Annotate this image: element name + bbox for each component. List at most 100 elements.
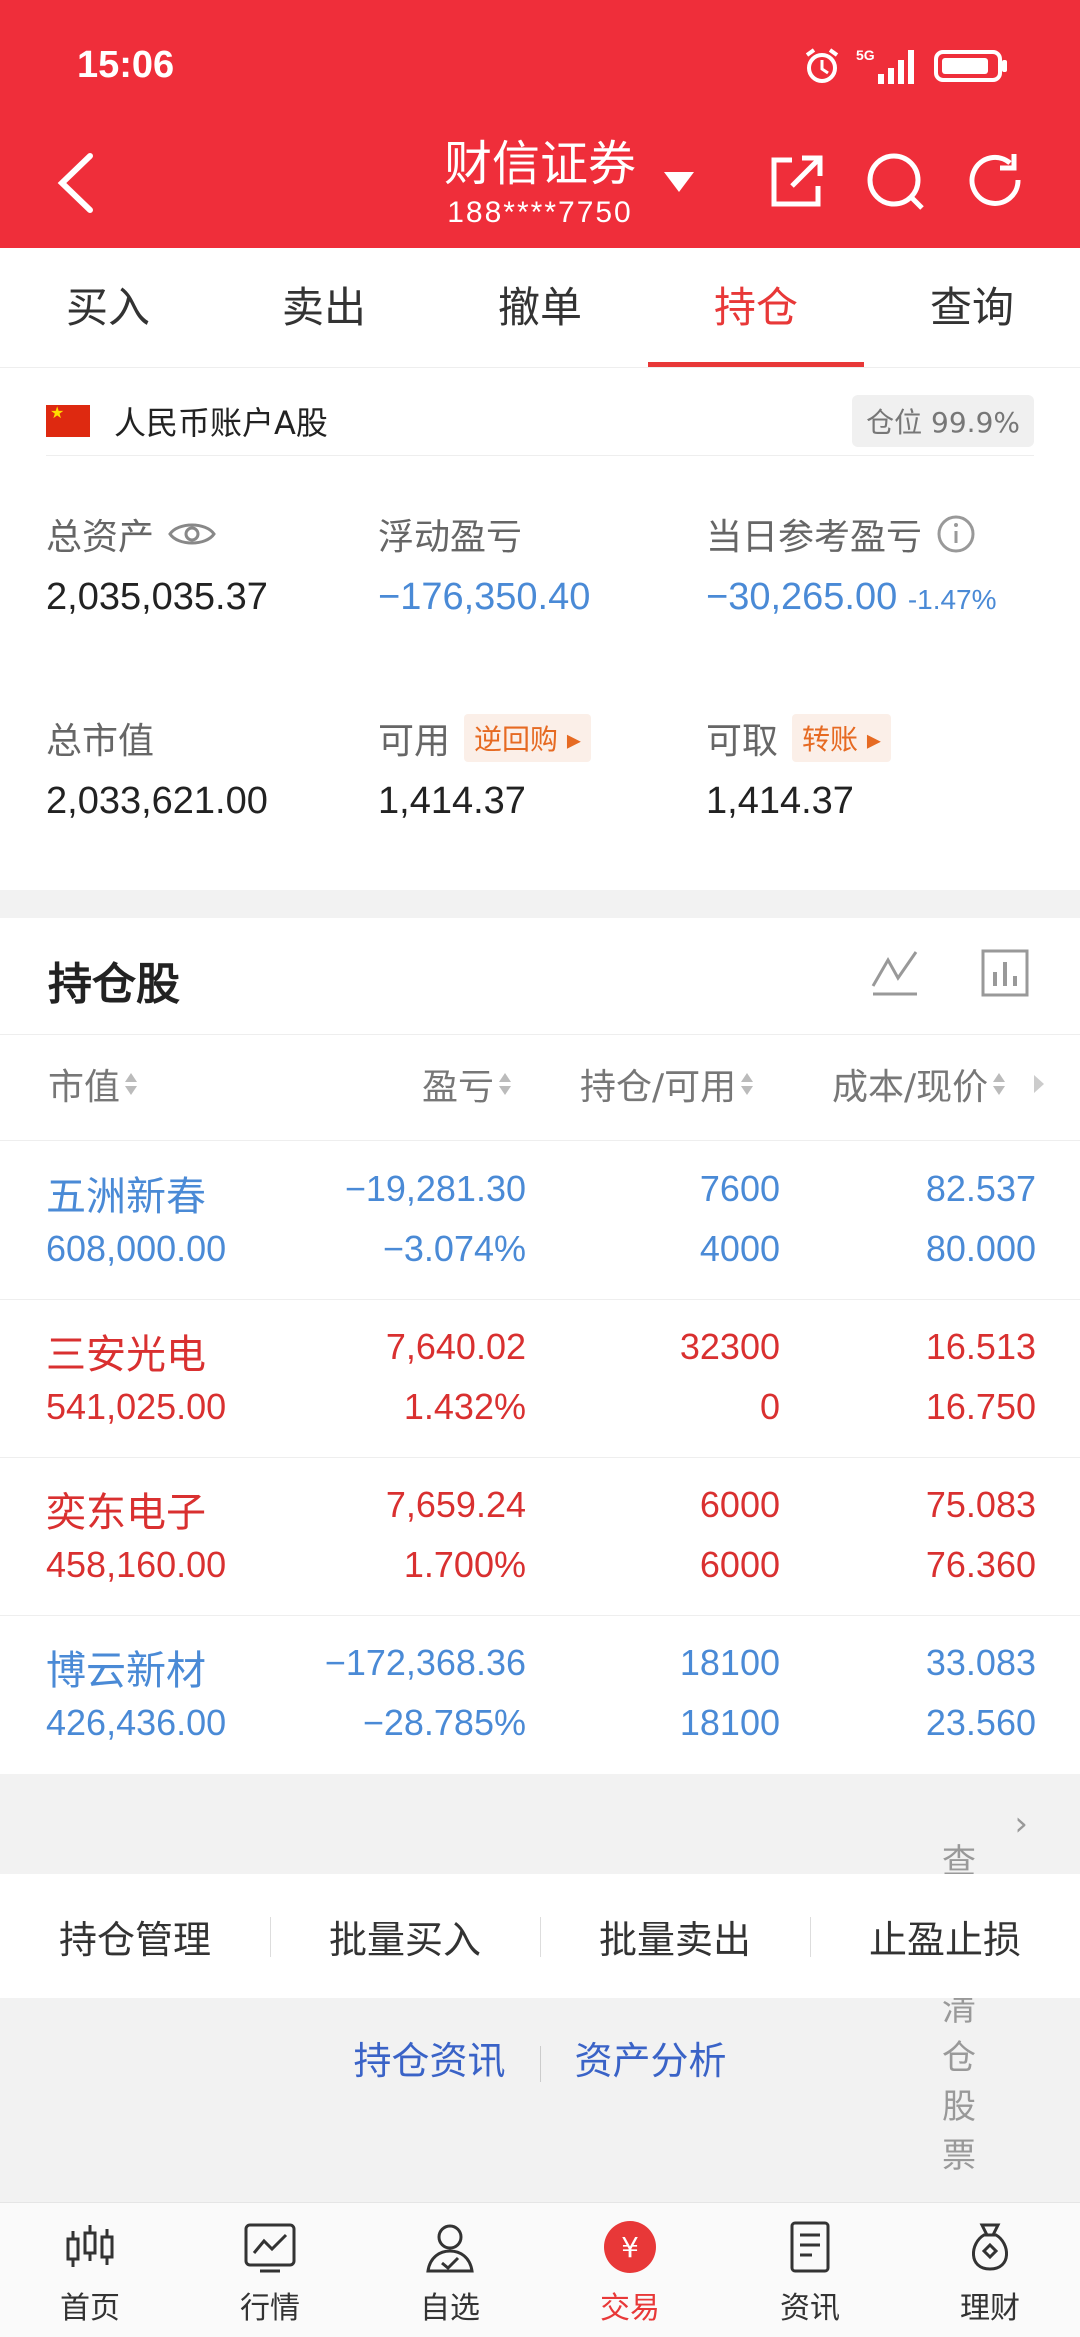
stock-price: 16.750 (925, 1386, 1036, 1427)
china-flag-icon (46, 404, 90, 437)
nav-market-label: 行情 (240, 2291, 300, 2326)
trade-tabs: 买入 卖出 撤单 持仓 查询 (0, 248, 1080, 368)
stock-available: 0 (759, 1386, 780, 1427)
holding-actions: 持仓管理 批量买入 批量卖出 止盈止损 (0, 1874, 1080, 1998)
stock-market-value: 458,160.00 (46, 1544, 227, 1585)
line-chart-icon[interactable] (870, 948, 920, 998)
bottom-nav: 首页 行情 自选 ¥ 交易 资讯 理财 (0, 2202, 1080, 2337)
available-label: 可用 (378, 721, 451, 762)
total-assets-value: 2,035,035.37 (46, 576, 268, 618)
stock-pl-pct: 1.432% (403, 1386, 526, 1427)
scroll-right-icon[interactable] (1030, 1069, 1050, 1099)
holding-news-link[interactable]: 持仓资讯 (319, 2030, 539, 2085)
stock-available: 18100 (679, 1702, 780, 1743)
stock-pl-pct: 1.700% (403, 1544, 526, 1585)
holding-row[interactable]: 奕东电子 458,160.00 7,659.24 1.700% 6000 600… (0, 1458, 1080, 1616)
dropdown-caret-icon[interactable] (662, 170, 696, 194)
stock-name: 五洲新春 (46, 1174, 206, 1220)
total-assets-label: 总资产 (46, 517, 155, 558)
share-icon[interactable] (764, 150, 828, 214)
sort-icon (993, 1073, 1006, 1095)
tab-query[interactable]: 查询 (864, 248, 1080, 367)
available-value: 1,414.37 (378, 780, 526, 822)
nav-watchlist[interactable]: 自选 (360, 2203, 540, 2337)
stock-name: 三安光电 (46, 1332, 206, 1378)
market-value-value: 2,033,621.00 (46, 780, 268, 822)
bar-chart-icon[interactable] (980, 948, 1030, 998)
holdings-title: 持仓股 (48, 959, 180, 1010)
stock-holding: 32300 (679, 1326, 780, 1367)
yen-coin-icon: ¥ (604, 2221, 656, 2273)
info-icon[interactable] (936, 514, 976, 554)
holding-management-button[interactable]: 持仓管理 (0, 1909, 270, 1964)
stock-name: 博云新材 (46, 1648, 206, 1694)
sort-icon (499, 1073, 512, 1095)
tab-holdings[interactable]: 持仓 (648, 248, 864, 367)
float-pl-label: 浮动盈亏 (378, 517, 523, 558)
column-cost-price[interactable]: 成本/现价 (832, 1058, 1050, 1110)
reverse-repo-link[interactable]: 逆回购 ▸ (464, 714, 591, 762)
alarm-icon (805, 48, 839, 83)
stock-pl: −172,368.36 (324, 1642, 526, 1683)
sort-icon (741, 1073, 754, 1095)
market-value-label: 总市值 (46, 721, 155, 762)
float-pl-value: −176,350.40 (378, 576, 591, 618)
stock-cost: 82.537 (925, 1168, 1036, 1209)
transfer-link[interactable]: 转账 ▸ (792, 714, 891, 762)
stock-cost: 33.083 (925, 1642, 1036, 1683)
status-time: 15:06 (77, 44, 175, 86)
stock-pl-pct: −3.074% (382, 1228, 526, 1269)
stock-market-value: 426,436.00 (46, 1702, 227, 1743)
stock-holding: 7600 (699, 1168, 780, 1209)
withdrawable-label: 可取 (706, 721, 779, 762)
stock-cost: 16.513 (925, 1326, 1036, 1367)
refresh-icon[interactable] (964, 150, 1028, 214)
withdrawable-value: 1,414.37 (706, 780, 854, 822)
stock-name: 奕东电子 (46, 1490, 206, 1536)
stock-price: 80.000 (925, 1228, 1036, 1269)
stock-pl-pct: −28.785% (362, 1702, 526, 1743)
position-badge: 仓位 99.9% (852, 394, 1034, 447)
column-holding-available[interactable]: 持仓/可用 (580, 1058, 754, 1110)
market-chart-icon (244, 2223, 296, 2273)
tab-buy[interactable]: 买入 (0, 248, 216, 367)
column-profit-loss[interactable]: 盈亏 (422, 1058, 512, 1110)
batch-sell-button[interactable]: 批量卖出 (540, 1909, 810, 1964)
holding-row[interactable]: 三安光电 541,025.00 7,640.02 1.432% 32300 0 … (0, 1300, 1080, 1458)
holding-row[interactable]: 博云新材 426,436.00 −172,368.36 −28.785% 181… (0, 1616, 1080, 1774)
tab-sell[interactable]: 卖出 (216, 248, 432, 367)
batch-buy-button[interactable]: 批量买入 (270, 1909, 540, 1964)
asset-analysis-link[interactable]: 资产分析 (541, 2030, 761, 2085)
stock-price: 76.360 (925, 1544, 1036, 1585)
tab-cancel[interactable]: 撤单 (432, 248, 648, 367)
svg-text:¥: ¥ (621, 2231, 639, 2264)
stock-available: 4000 (699, 1228, 780, 1269)
nav-market[interactable]: 行情 (180, 2203, 360, 2337)
nav-home-label: 首页 (60, 2291, 120, 2326)
nav-watchlist-label: 自选 (420, 2291, 480, 2326)
cleared-stocks-link[interactable]: 查看已清仓股票 › (942, 1804, 1028, 2176)
stock-market-value: 608,000.00 (46, 1228, 227, 1269)
nav-home[interactable]: 首页 (0, 2203, 180, 2337)
daily-pl-label: 当日参考盈亏 (706, 517, 923, 558)
stop-profit-loss-button[interactable]: 止盈止损 (810, 1909, 1080, 1964)
column-market-value[interactable]: 市值 (48, 1058, 138, 1110)
sort-icon (125, 1073, 138, 1095)
signal-5g-icon: 5G (856, 47, 914, 84)
eye-icon[interactable] (168, 518, 216, 550)
search-icon[interactable] (864, 150, 928, 214)
nav-wealth[interactable]: 理财 (900, 2203, 1080, 2337)
nav-trade[interactable]: ¥ 交易 (540, 2203, 720, 2337)
cleared-stocks-bar: 查看已清仓股票 › (0, 1774, 1080, 2176)
account-row[interactable]: 人民币账户A股 仓位 99.9% (46, 386, 1034, 456)
account-panel: 人民币账户A股 仓位 99.9% 总资产 2,035,035.37 浮动盈亏 −… (0, 368, 1080, 890)
stock-holding: 6000 (699, 1484, 780, 1525)
stock-market-value: 541,025.00 (46, 1386, 227, 1427)
daily-pl-value: −30,265.00 (706, 576, 898, 618)
stock-price: 23.560 (925, 1702, 1036, 1743)
holding-row[interactable]: 五洲新春 608,000.00 −19,281.30 −3.074% 7600 … (0, 1142, 1080, 1300)
top-header: 15:06 5G 财信证券 188****7750 (0, 0, 1080, 248)
info-links: 持仓资讯 资产分析 (0, 2030, 1080, 2085)
nav-news-label: 资讯 (780, 2291, 840, 2326)
nav-news[interactable]: 资讯 (720, 2203, 900, 2337)
